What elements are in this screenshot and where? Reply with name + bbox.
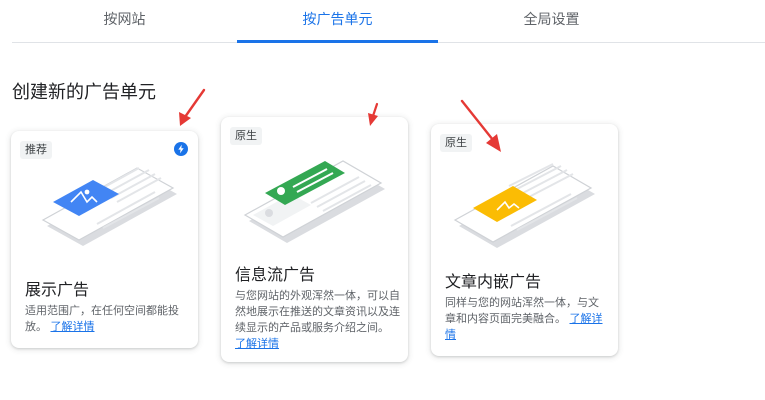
tab-by-site[interactable]: 按网站	[12, 0, 237, 42]
learn-more-link[interactable]: 了解详情	[235, 337, 279, 350]
description-text: 适用范围广，在任何空间都能投放。	[25, 304, 179, 333]
card-title: 文章内嵌广告	[445, 272, 542, 291]
tab-global-settings[interactable]: 全局设置	[438, 0, 665, 42]
display-ad-card[interactable]: 推荐 展示广告 适用范围广，在任何空间都能投放。 了解详情	[11, 131, 198, 348]
learn-more-link[interactable]: 了解详情	[51, 320, 95, 333]
tab-by-ad-unit-label: 按广告单元	[302, 12, 373, 28]
display-ad-illustration	[41, 167, 177, 246]
card-title: 展示广告	[25, 280, 90, 299]
section-title: 创建新的广告单元	[12, 82, 156, 103]
in-feed-ad-illustration	[243, 160, 385, 243]
tab-by-ad-unit[interactable]: 按广告单元	[237, 0, 438, 43]
in-feed-ad-card[interactable]: 原生 信息流广告 与您网站的外观浑然一体，可以自然地展示在推送的文章资讯以及连续…	[221, 117, 408, 362]
tab-bar: 按网站 按广告单元 全局设置	[12, 0, 765, 43]
card-description: 与您网站的外观浑然一体，可以自然地展示在推送的文章资讯以及连续显示的产品或服务介…	[235, 288, 401, 352]
native-badge: 原生	[440, 134, 472, 152]
card-description: 同样与您的网站浑然一体，与文章和内容页面完美融合。 了解详情	[445, 295, 605, 343]
lightning-bolt-icon	[174, 141, 188, 156]
recommended-badge: 推荐	[20, 141, 52, 159]
native-badge: 原生	[230, 127, 262, 145]
card-description: 适用范围广，在任何空间都能投放。 了解详情	[25, 303, 187, 335]
in-article-ad-card[interactable]: 原生 文章内嵌广告 同样与您的网站浑然一体，与文章和内容页面完美融合。 了解详情	[431, 124, 618, 356]
description-text: 与您网站的外观浑然一体，可以自然地展示在推送的文章资讯以及连续显示的产品或服务介…	[235, 289, 400, 334]
active-tab-indicator	[237, 40, 438, 43]
in-article-ad-illustration	[453, 163, 595, 248]
card-title: 信息流广告	[235, 265, 316, 284]
